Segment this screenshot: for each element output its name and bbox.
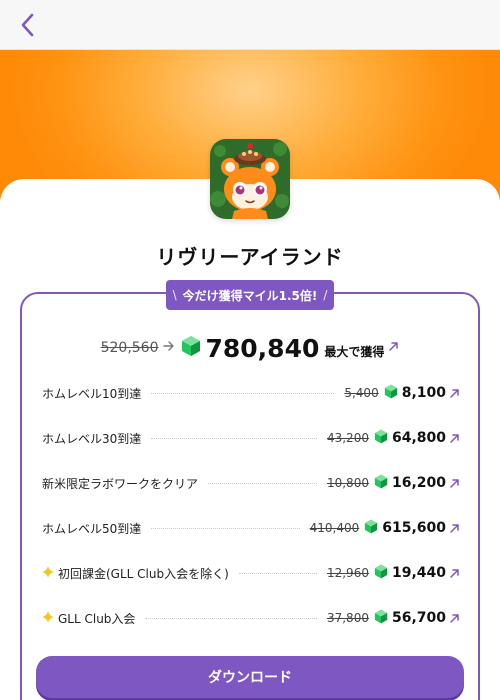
reward-old-value: 5,400 — [344, 386, 379, 400]
promo-badge: \ 今だけ獲得マイル1.5倍! / — [166, 280, 334, 310]
reward-old-value: 12,960 — [326, 566, 369, 580]
dotted-leader — [145, 617, 317, 619]
gem-icon — [374, 564, 388, 583]
reward-row: ホムレベル10到達 5,400 8,100 — [42, 381, 460, 405]
gem-icon — [374, 474, 388, 493]
reward-row: GLL Club入会 37,800 56,700 — [42, 606, 460, 630]
external-link-icon[interactable] — [449, 609, 460, 628]
sparkle-icon — [42, 565, 54, 581]
badge-deco-left: \ — [172, 288, 177, 302]
reward-label-text: ホムレベル30到達 — [42, 431, 142, 446]
reward-label-text: 新米限定ラボワークをクリア — [42, 476, 199, 491]
total-new-value: 780,840 — [205, 333, 320, 363]
reward-label-text: 初回課金(GLL Club入会を除く) — [58, 566, 229, 581]
reward-new-value: 16,200 — [391, 475, 446, 491]
reward-label: GLL Club入会 — [42, 610, 135, 627]
reward-new-value: 19,440 — [391, 565, 446, 581]
gem-icon — [364, 519, 378, 538]
sparkle-icon — [42, 610, 54, 626]
total-summary: 520,560 780,840 最大で獲得 — [0, 332, 500, 364]
arrow-right-icon — [162, 340, 175, 356]
reward-label-text: ホムレベル10到達 — [42, 386, 142, 401]
gem-icon — [374, 429, 388, 448]
external-link-icon[interactable] — [449, 474, 460, 493]
reward-old-value: 43,200 — [326, 431, 369, 445]
reward-label-text: ホムレベル50到達 — [42, 521, 142, 536]
reward-label: 新米限定ラボワークをクリア — [42, 475, 198, 492]
chevron-left-icon — [21, 13, 34, 37]
dotted-leader — [151, 392, 335, 394]
total-old-value: 520,560 — [100, 340, 159, 356]
badge-deco-right: / — [323, 288, 328, 302]
reward-new-value: 615,600 — [382, 520, 446, 536]
gem-icon — [374, 609, 388, 628]
external-link-icon[interactable] — [449, 384, 460, 403]
download-button[interactable]: ダウンロード — [36, 656, 464, 698]
reward-row: ホムレベル30到達 43,200 64,800 — [42, 426, 460, 450]
reward-row: ホムレベル50到達 410,400 615,600 — [42, 516, 460, 540]
reward-old-value: 37,800 — [326, 611, 369, 625]
reward-label: ホムレベル10到達 — [42, 385, 141, 402]
app-title: リヴリーアイランド — [156, 245, 344, 269]
gem-icon — [181, 335, 201, 361]
external-link-icon[interactable] — [449, 519, 460, 538]
reward-new-value: 64,800 — [391, 430, 446, 446]
external-link-icon[interactable] — [388, 337, 399, 356]
reward-row: 新米限定ラボワークをクリア 10,800 16,200 — [42, 471, 460, 495]
total-suffix: 最大で獲得 — [324, 344, 385, 359]
gem-icon — [384, 384, 398, 403]
reward-label: 初回課金(GLL Club入会を除く) — [42, 565, 229, 582]
reward-row: 初回課金(GLL Club入会を除く) 12,960 19,440 — [42, 561, 460, 585]
reward-label-text: GLL Club入会 — [58, 611, 136, 626]
external-link-icon[interactable] — [449, 429, 460, 448]
reward-label: ホムレベル50到達 — [42, 520, 141, 537]
top-bar — [0, 0, 500, 50]
reward-old-value: 410,400 — [309, 521, 360, 535]
dotted-leader — [208, 482, 317, 484]
dotted-leader — [151, 437, 317, 439]
reward-new-value: 56,700 — [391, 610, 446, 626]
back-button[interactable] — [14, 11, 42, 39]
dotted-leader — [151, 527, 300, 529]
reward-label: ホムレベル30到達 — [42, 430, 141, 447]
reward-new-value: 8,100 — [401, 385, 446, 401]
app-icon — [210, 139, 290, 219]
promo-badge-text: 今だけ獲得マイル1.5倍! — [182, 288, 318, 303]
external-link-icon[interactable] — [449, 564, 460, 583]
dotted-leader — [238, 572, 317, 574]
reward-old-value: 10,800 — [326, 476, 369, 490]
